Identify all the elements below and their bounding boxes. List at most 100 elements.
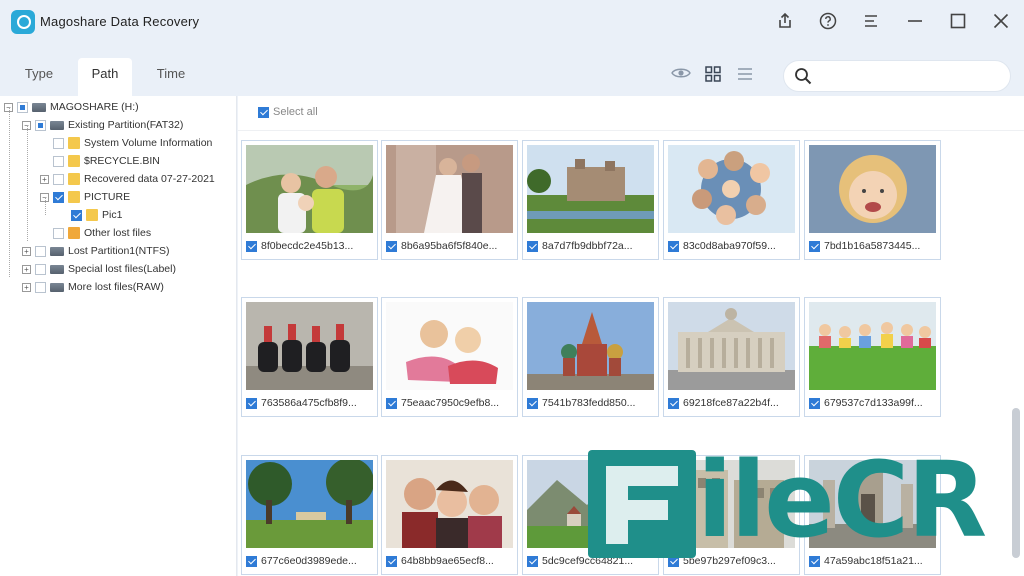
tree-node[interactable]: − MAGOSHARE (H:) bbox=[4, 98, 139, 116]
tree-guide-line bbox=[27, 125, 28, 241]
file-checkbox[interactable] bbox=[246, 555, 257, 567]
tree-node[interactable]: Pic1 bbox=[58, 206, 122, 224]
file-card[interactable]: 75eaac7950c9efb8... bbox=[381, 297, 518, 417]
tree-node[interactable]: − Existing Partition(FAT32) bbox=[22, 116, 183, 134]
select-all-row[interactable]: Select all bbox=[258, 106, 318, 118]
file-card[interactable]: 677c6e0d3989ede... bbox=[241, 455, 378, 575]
file-thumbnail bbox=[527, 302, 654, 390]
file-checkbox[interactable] bbox=[527, 397, 538, 409]
file-checkbox[interactable] bbox=[386, 555, 397, 567]
file-card[interactable]: 763586a475cfb8f9... bbox=[241, 297, 378, 417]
file-card[interactable]: 69218fce87a22b4f... bbox=[663, 297, 800, 417]
tree-checkbox[interactable] bbox=[53, 191, 64, 203]
tree-checkbox[interactable] bbox=[35, 119, 46, 131]
file-caption: 7bd1b16a5873445... bbox=[809, 238, 937, 254]
preview-eye-icon[interactable] bbox=[671, 66, 691, 84]
share-icon[interactable] bbox=[774, 12, 796, 32]
file-thumbnail bbox=[668, 145, 795, 233]
file-checkbox[interactable] bbox=[527, 240, 538, 252]
tree-node[interactable]: + Recovered data 07-27-2021 bbox=[40, 170, 215, 188]
file-checkbox[interactable] bbox=[246, 397, 257, 409]
watermark-logo: ileCR bbox=[585, 440, 995, 560]
file-caption: 75eaac7950c9efb8... bbox=[386, 395, 514, 411]
file-name: 75eaac7950c9efb8... bbox=[401, 397, 500, 409]
watermark-f-box bbox=[588, 450, 696, 558]
drive-icon bbox=[32, 102, 46, 112]
tree-node-label: PICTURE bbox=[84, 191, 131, 203]
tree-node[interactable]: + More lost files(RAW) bbox=[22, 278, 164, 296]
file-card[interactable]: 7541b783fedd850... bbox=[522, 297, 659, 417]
tree-guide-line bbox=[9, 107, 10, 277]
file-card[interactable]: 7bd1b16a5873445... bbox=[804, 140, 941, 260]
expand-icon[interactable]: + bbox=[40, 174, 49, 184]
tree-checkbox[interactable] bbox=[35, 263, 46, 275]
file-caption: 763586a475cfb8f9... bbox=[246, 395, 374, 411]
file-caption: 8b6a95ba6f5f840e... bbox=[386, 238, 514, 254]
tree-checkbox[interactable] bbox=[53, 173, 64, 185]
tree-checkbox[interactable] bbox=[53, 227, 64, 239]
file-card[interactable]: 8b6a95ba6f5f840e... bbox=[381, 140, 518, 260]
file-name: 7541b783fedd850... bbox=[542, 397, 636, 409]
tree-checkbox[interactable] bbox=[53, 155, 64, 167]
menu-icon[interactable] bbox=[860, 12, 882, 32]
file-checkbox[interactable] bbox=[809, 240, 820, 252]
file-card[interactable]: 8f0becdc2e45b13... bbox=[241, 140, 378, 260]
tab-type[interactable]: Type bbox=[12, 58, 66, 96]
expand-icon[interactable]: + bbox=[22, 282, 31, 292]
tree-checkbox[interactable] bbox=[71, 209, 82, 221]
tree-checkbox[interactable] bbox=[35, 281, 46, 293]
tree-node[interactable]: System Volume Information bbox=[40, 134, 212, 152]
search-icon[interactable] bbox=[794, 67, 812, 85]
tree-checkbox[interactable] bbox=[53, 137, 64, 149]
file-name: 69218fce87a22b4f... bbox=[683, 397, 779, 409]
file-checkbox[interactable] bbox=[668, 240, 679, 252]
tree-node[interactable]: $RECYCLE.BIN bbox=[40, 152, 160, 170]
tree-node-label: System Volume Information bbox=[84, 137, 213, 149]
expand-icon[interactable]: + bbox=[22, 246, 31, 256]
file-caption: 69218fce87a22b4f... bbox=[668, 395, 796, 411]
file-checkbox[interactable] bbox=[386, 397, 397, 409]
close-icon[interactable] bbox=[990, 12, 1012, 32]
tab-time[interactable]: Time bbox=[144, 58, 198, 96]
tree-node[interactable]: + Lost Partition1(NTFS) bbox=[22, 242, 170, 260]
tree-node[interactable]: − PICTURE bbox=[40, 188, 130, 206]
help-icon[interactable] bbox=[817, 12, 839, 32]
tab-path[interactable]: Path bbox=[78, 58, 132, 96]
tree-node-label: Special lost files(Label) bbox=[68, 263, 176, 275]
drive-icon bbox=[50, 120, 64, 130]
file-checkbox[interactable] bbox=[668, 397, 679, 409]
file-name: 8f0becdc2e45b13... bbox=[261, 240, 354, 252]
tree-node-label: More lost files(RAW) bbox=[68, 281, 164, 293]
tree-checkbox[interactable] bbox=[35, 245, 46, 257]
expand-icon[interactable]: + bbox=[22, 264, 31, 274]
search-input[interactable] bbox=[820, 67, 1000, 87]
vertical-scrollbar[interactable] bbox=[1012, 408, 1020, 558]
tree-node-label: Existing Partition(FAT32) bbox=[68, 119, 184, 131]
file-card[interactable]: 8a7d7fb9dbbf72a... bbox=[522, 140, 659, 260]
minimize-icon[interactable] bbox=[904, 12, 926, 32]
file-checkbox[interactable] bbox=[386, 240, 397, 252]
maximize-icon[interactable] bbox=[947, 12, 969, 32]
file-name: 7bd1b16a5873445... bbox=[824, 240, 921, 252]
file-name: 8b6a95ba6f5f840e... bbox=[401, 240, 498, 252]
tree-checkbox[interactable] bbox=[17, 101, 28, 113]
file-thumbnail bbox=[246, 460, 373, 548]
file-checkbox[interactable] bbox=[527, 555, 538, 567]
folder-icon bbox=[86, 209, 98, 221]
file-checkbox[interactable] bbox=[809, 397, 820, 409]
grid-view-icon[interactable] bbox=[703, 66, 723, 84]
file-card[interactable]: 64b8bb9ae65ecf8... bbox=[381, 455, 518, 575]
file-thumbnail bbox=[386, 145, 513, 233]
tree-node[interactable]: + Special lost files(Label) bbox=[22, 260, 176, 278]
file-card[interactable]: 679537c7d133a99f... bbox=[804, 297, 941, 417]
file-checkbox[interactable] bbox=[246, 240, 257, 252]
file-card[interactable]: 83c0d8aba970f59... bbox=[663, 140, 800, 260]
list-view-icon[interactable] bbox=[735, 66, 755, 84]
file-thumbnail bbox=[809, 302, 936, 390]
file-thumbnail bbox=[809, 145, 936, 233]
file-thumbnail bbox=[246, 302, 373, 390]
select-all-checkbox[interactable] bbox=[258, 106, 269, 118]
tree-node-label: Lost Partition1(NTFS) bbox=[68, 245, 170, 257]
tree-node[interactable]: Other lost files bbox=[40, 224, 151, 242]
file-thumbnail bbox=[246, 145, 373, 233]
